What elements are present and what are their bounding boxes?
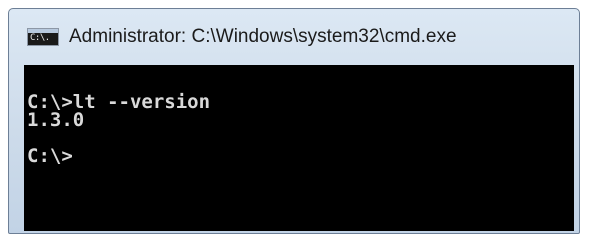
console-prompt[interactable]: C:\> [27,147,574,166]
console-line: 1.3.0 [27,109,85,131]
console-output[interactable]: C:\>lt --version 1.3.0 C:\> [24,65,574,231]
cmd-icon-label: C:\. [30,33,50,43]
cmd-window-icon[interactable]: C:\. [27,28,59,46]
command-prompt-window[interactable]: C:\. Administrator: C:\Windows\system32\… [8,8,580,234]
title-bar[interactable]: C:\. Administrator: C:\Windows\system32\… [9,9,579,65]
console-line: C:\>lt --version [27,91,211,113]
window-title: Administrator: C:\Windows\system32\cmd.e… [69,26,457,47]
